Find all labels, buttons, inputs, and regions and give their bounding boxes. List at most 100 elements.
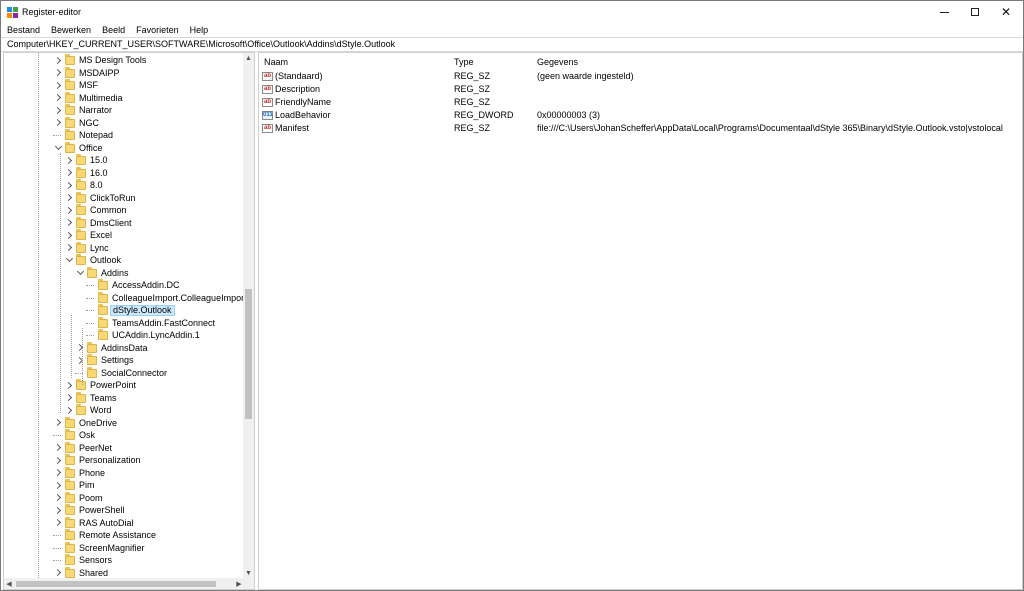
- tree-node[interactable]: Osk: [4, 429, 244, 442]
- tree-node-label[interactable]: Multimedia: [77, 93, 125, 104]
- tree-vertical-scrollbar[interactable]: ▲ ▼: [243, 53, 254, 578]
- tree-node-label[interactable]: AccessAddin.DC: [110, 280, 182, 291]
- tree-node[interactable]: Notepad: [4, 129, 244, 142]
- tree-node-label[interactable]: Word: [88, 405, 113, 416]
- chevron-down-icon[interactable]: [76, 268, 84, 278]
- tree-node-label[interactable]: Addins: [99, 268, 131, 279]
- tree-node[interactable]: 16.0: [4, 166, 244, 180]
- tree-node-label[interactable]: PowerShell: [77, 505, 127, 516]
- column-header-type[interactable]: Type: [454, 57, 474, 67]
- chevron-right-icon[interactable]: [54, 68, 62, 78]
- tree-node-label[interactable]: MSDAIPP: [77, 68, 122, 79]
- tree-node[interactable]: UCAddin.LyncAddin.1: [4, 329, 244, 342]
- chevron-right-icon[interactable]: [65, 393, 73, 403]
- tree-node-label[interactable]: Common: [88, 205, 129, 216]
- tree-node-label[interactable]: 15.0: [88, 155, 110, 166]
- tree-node-label[interactable]: Settings: [99, 355, 136, 366]
- tree-node[interactable]: Remote Assistance: [4, 529, 244, 542]
- chevron-right-icon[interactable]: [54, 568, 62, 578]
- tree-vertical-scroll-thumb[interactable]: [245, 289, 252, 419]
- tree-node[interactable]: DmsClient: [4, 216, 244, 230]
- chevron-right-icon[interactable]: [54, 80, 62, 90]
- chevron-right-icon[interactable]: [65, 243, 73, 253]
- chevron-right-icon[interactable]: [65, 193, 73, 203]
- tree-node[interactable]: 15.0: [4, 154, 244, 167]
- chevron-right-icon[interactable]: [65, 205, 73, 215]
- chevron-right-icon[interactable]: [54, 418, 62, 428]
- scroll-down-arrow-icon[interactable]: ▼: [243, 568, 254, 578]
- chevron-down-icon[interactable]: [65, 255, 73, 265]
- chevron-right-icon[interactable]: [65, 380, 73, 390]
- chevron-right-icon[interactable]: [65, 230, 73, 240]
- tree-node-label[interactable]: NGC: [77, 118, 101, 129]
- chevron-right-icon[interactable]: [54, 468, 62, 478]
- tree-node[interactable]: dStyle.Outlook: [4, 304, 244, 317]
- tree-node-label[interactable]: ScreenMagnifier: [77, 543, 147, 554]
- tree-node-label[interactable]: Teams: [88, 393, 119, 404]
- tree-node[interactable]: Office: [4, 141, 244, 155]
- tree-node-label[interactable]: OneDrive: [77, 418, 119, 429]
- tree-node[interactable]: Narrator: [4, 104, 244, 117]
- value-row[interactable]: ab Manifest REG_SZ file:///C:\Users\JohanSc…: [259, 122, 1019, 135]
- tree-node[interactable]: Personalization: [4, 454, 244, 467]
- scroll-left-arrow-icon[interactable]: ◀: [4, 578, 14, 589]
- chevron-right-icon[interactable]: [65, 218, 73, 228]
- chevron-right-icon[interactable]: [65, 405, 73, 415]
- tree-node-label[interactable]: PowerPoint: [88, 380, 138, 391]
- tree-node[interactable]: PowerPoint: [4, 379, 244, 392]
- tree-node-label[interactable]: Pim: [77, 480, 97, 491]
- tree-horizontal-scrollbar[interactable]: ◀ ▶: [4, 578, 244, 589]
- tree-node-label[interactable]: TeamsAddin.FastConnect: [110, 318, 217, 329]
- menu-beeld[interactable]: Beeld: [102, 25, 125, 35]
- tree-node[interactable]: PeerNet: [4, 441, 244, 455]
- tree-node-label[interactable]: PeerNet: [77, 443, 114, 454]
- tree-node[interactable]: Teams: [4, 391, 244, 405]
- tree-node-label[interactable]: ColleagueImport.ColleagueImportAd: [110, 293, 244, 304]
- tree-node-label[interactable]: Phone: [77, 468, 107, 479]
- tree-node[interactable]: AddinsData: [4, 341, 244, 355]
- column-header-data[interactable]: Gegevens: [537, 57, 578, 67]
- chevron-right-icon[interactable]: [54, 480, 62, 490]
- tree-node-label[interactable]: 16.0: [88, 168, 110, 179]
- menu-bestand[interactable]: Bestand: [7, 25, 40, 35]
- tree-node[interactable]: TeamsAddin.FastConnect: [4, 316, 244, 330]
- tree-node[interactable]: Common: [4, 204, 244, 217]
- tree-node[interactable]: Lync: [4, 241, 244, 255]
- menu-favorieten[interactable]: Favorieten: [136, 25, 179, 35]
- tree-node[interactable]: Addins: [4, 266, 244, 280]
- tree-node-label[interactable]: UCAddin.LyncAddin.1: [110, 330, 202, 341]
- tree-node-label[interactable]: MS Design Tools: [77, 55, 148, 66]
- tree-node[interactable]: ClickToRun: [4, 191, 244, 205]
- tree-node[interactable]: Excel: [4, 229, 244, 242]
- value-row[interactable]: ab Description REG_SZ: [259, 83, 1019, 96]
- close-button[interactable]: ✕: [989, 1, 1023, 23]
- tree-node[interactable]: NGC: [4, 116, 244, 130]
- tree-node[interactable]: PowerShell: [4, 504, 244, 517]
- chevron-right-icon[interactable]: [54, 55, 62, 65]
- tree-node[interactable]: RAS AutoDial: [4, 516, 244, 530]
- tree-node-label[interactable]: 8.0: [88, 180, 105, 191]
- tree-node-label[interactable]: Office: [77, 143, 104, 154]
- tree-node-label[interactable]: Poom: [77, 493, 105, 504]
- tree-node[interactable]: AccessAddin.DC: [4, 279, 244, 292]
- tree-node-label[interactable]: Shared: [77, 568, 110, 579]
- column-header-name[interactable]: Naam: [264, 57, 288, 67]
- tree-node[interactable]: Multimedia: [4, 91, 244, 105]
- chevron-right-icon[interactable]: [54, 493, 62, 503]
- tree-horizontal-scroll-thumb[interactable]: [16, 581, 216, 587]
- chevron-right-icon[interactable]: [54, 118, 62, 128]
- tree-node[interactable]: Word: [4, 404, 244, 417]
- tree-node[interactable]: ColleagueImport.ColleagueImportAd: [4, 291, 244, 305]
- chevron-right-icon[interactable]: [54, 443, 62, 453]
- menu-help[interactable]: Help: [190, 25, 209, 35]
- tree-node[interactable]: OneDrive: [4, 416, 244, 430]
- tree-node-label-selected[interactable]: dStyle.Outlook: [110, 305, 175, 316]
- chevron-right-icon[interactable]: [65, 168, 73, 178]
- tree-node-label[interactable]: AddinsData: [99, 343, 150, 354]
- tree-node[interactable]: 8.0: [4, 179, 244, 192]
- value-row[interactable]: ab FriendlyName REG_SZ: [259, 96, 1019, 109]
- scroll-up-arrow-icon[interactable]: ▲: [243, 53, 254, 63]
- tree-node-label[interactable]: RAS AutoDial: [77, 518, 136, 529]
- tree-node-label[interactable]: Lync: [88, 243, 111, 254]
- value-row[interactable]: ab (Standaard) REG_SZ (geen waarde ingestel…: [259, 70, 1019, 83]
